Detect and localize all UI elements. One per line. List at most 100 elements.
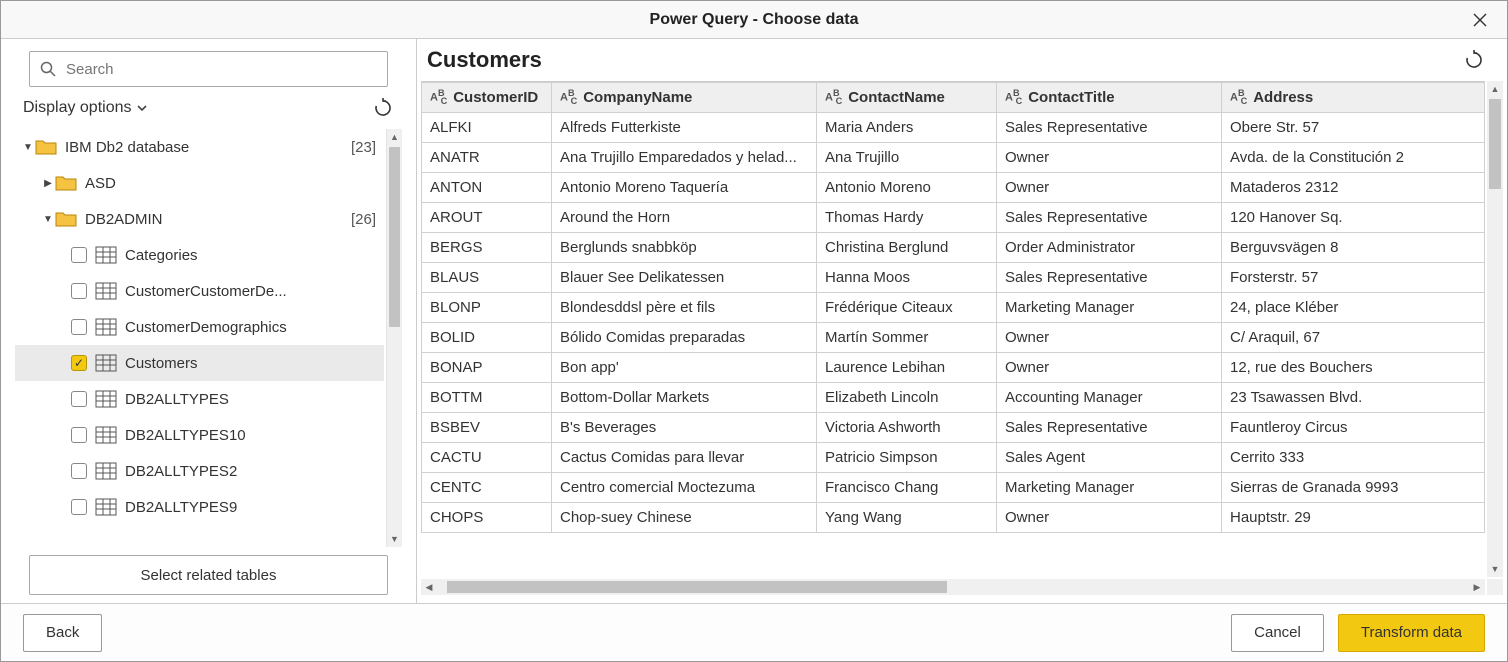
table-cell[interactable]: ANTON xyxy=(422,173,552,203)
checkbox[interactable] xyxy=(71,355,87,371)
tree-table-item[interactable]: DB2ALLTYPES9 xyxy=(15,489,384,525)
table-row[interactable]: BONAPBon app'Laurence LebihanOwner12, ru… xyxy=(422,353,1485,383)
table-cell[interactable]: Centro comercial Moctezuma xyxy=(552,473,817,503)
tree-table-item[interactable]: CustomerDemographics xyxy=(15,309,384,345)
table-cell[interactable]: Blauer See Delikatessen xyxy=(552,263,817,293)
back-button[interactable]: Back xyxy=(23,614,102,652)
table-cell[interactable]: BOTTM xyxy=(422,383,552,413)
table-cell[interactable]: Accounting Manager xyxy=(997,383,1222,413)
transform-data-button[interactable]: Transform data xyxy=(1338,614,1485,652)
table-row[interactable]: BLONPBlondesddsl père et filsFrédérique … xyxy=(422,293,1485,323)
checkbox[interactable] xyxy=(71,499,87,515)
refresh-preview-button[interactable] xyxy=(1463,49,1485,71)
table-cell[interactable]: Cactus Comidas para llevar xyxy=(552,443,817,473)
table-cell[interactable]: BONAP xyxy=(422,353,552,383)
tree-node-database[interactable]: ▼ IBM Db2 database [23] xyxy=(15,129,384,165)
scroll-down-icon[interactable]: ▼ xyxy=(1487,561,1503,577)
table-row[interactable]: BLAUSBlauer See DelikatessenHanna MoosSa… xyxy=(422,263,1485,293)
table-cell[interactable]: Frédérique Citeaux xyxy=(817,293,997,323)
table-cell[interactable]: Elizabeth Lincoln xyxy=(817,383,997,413)
table-cell[interactable]: 23 Tsawassen Blvd. xyxy=(1222,383,1485,413)
table-row[interactable]: ANATRAna Trujillo Emparedados y helad...… xyxy=(422,143,1485,173)
checkbox[interactable] xyxy=(71,463,87,479)
select-related-tables-button[interactable]: Select related tables xyxy=(29,555,388,595)
table-cell[interactable]: Sales Agent xyxy=(997,443,1222,473)
refresh-button[interactable] xyxy=(372,97,394,119)
table-cell[interactable]: Avda. de la Constitución 2 xyxy=(1222,143,1485,173)
table-cell[interactable]: Bólido Comidas preparadas xyxy=(552,323,817,353)
scroll-track[interactable] xyxy=(437,579,1469,595)
table-cell[interactable]: Mataderos 2312 xyxy=(1222,173,1485,203)
table-row[interactable]: BOLIDBólido Comidas preparadasMartín Som… xyxy=(422,323,1485,353)
table-cell[interactable]: Owner xyxy=(997,323,1222,353)
table-cell[interactable]: Sierras de Granada 9993 xyxy=(1222,473,1485,503)
table-row[interactable]: CENTCCentro comercial MoctezumaFrancisco… xyxy=(422,473,1485,503)
table-cell[interactable]: Ana Trujillo xyxy=(817,143,997,173)
table-row[interactable]: CACTUCactus Comidas para llevarPatricio … xyxy=(422,443,1485,473)
grid-vertical-scrollbar[interactable]: ▲ ▼ xyxy=(1487,81,1503,577)
column-header[interactable]: ABCAddress xyxy=(1222,83,1485,113)
table-cell[interactable]: Thomas Hardy xyxy=(817,203,997,233)
column-header[interactable]: ABCContactName xyxy=(817,83,997,113)
scroll-right-icon[interactable]: ▶ xyxy=(1469,582,1485,593)
table-cell[interactable]: Owner xyxy=(997,143,1222,173)
search-input[interactable] xyxy=(64,60,377,79)
tree-node-asd[interactable]: ▶ ASD xyxy=(15,165,384,201)
column-header[interactable]: ABCCustomerID xyxy=(422,83,552,113)
cancel-button[interactable]: Cancel xyxy=(1231,614,1324,652)
table-cell[interactable]: Around the Horn xyxy=(552,203,817,233)
table-cell[interactable]: ANATR xyxy=(422,143,552,173)
table-cell[interactable]: 120 Hanover Sq. xyxy=(1222,203,1485,233)
table-cell[interactable]: Patricio Simpson xyxy=(817,443,997,473)
scroll-thumb[interactable] xyxy=(1489,99,1501,189)
tree-table-item[interactable]: CustomerCustomerDe... xyxy=(15,273,384,309)
table-row[interactable]: BSBEVB's BeveragesVictoria AshworthSales… xyxy=(422,413,1485,443)
table-cell[interactable]: Owner xyxy=(997,353,1222,383)
table-cell[interactable]: Forsterstr. 57 xyxy=(1222,263,1485,293)
table-cell[interactable]: Hauptstr. 29 xyxy=(1222,503,1485,533)
table-cell[interactable]: CACTU xyxy=(422,443,552,473)
table-cell[interactable]: 12, rue des Bouchers xyxy=(1222,353,1485,383)
checkbox[interactable] xyxy=(71,319,87,335)
table-cell[interactable]: Antonio Moreno Taquería xyxy=(552,173,817,203)
table-cell[interactable]: ALFKI xyxy=(422,113,552,143)
table-cell[interactable]: Ana Trujillo Emparedados y helad... xyxy=(552,143,817,173)
table-cell[interactable]: 24, place Kléber xyxy=(1222,293,1485,323)
table-cell[interactable]: Berguvsvägen 8 xyxy=(1222,233,1485,263)
column-header[interactable]: ABCCompanyName xyxy=(552,83,817,113)
tree-node-db2admin[interactable]: ▼ DB2ADMIN [26] xyxy=(15,201,384,237)
table-cell[interactable]: Order Administrator xyxy=(997,233,1222,263)
scroll-up-icon[interactable]: ▲ xyxy=(387,129,402,145)
table-row[interactable]: BERGSBerglunds snabbköpChristina Berglun… xyxy=(422,233,1485,263)
table-cell[interactable]: AROUT xyxy=(422,203,552,233)
tree-table-item[interactable]: Customers xyxy=(15,345,384,381)
table-cell[interactable]: Sales Representative xyxy=(997,203,1222,233)
table-cell[interactable]: Laurence Lebihan xyxy=(817,353,997,383)
table-cell[interactable]: Owner xyxy=(997,503,1222,533)
table-cell[interactable]: B's Beverages xyxy=(552,413,817,443)
search-box[interactable] xyxy=(29,51,388,87)
table-cell[interactable]: Maria Anders xyxy=(817,113,997,143)
table-cell[interactable]: Christina Berglund xyxy=(817,233,997,263)
checkbox[interactable] xyxy=(71,247,87,263)
table-cell[interactable]: Berglunds snabbköp xyxy=(552,233,817,263)
table-cell[interactable]: BOLID xyxy=(422,323,552,353)
table-cell[interactable]: BLONP xyxy=(422,293,552,323)
table-cell[interactable]: Sales Representative xyxy=(997,413,1222,443)
table-cell[interactable]: Francisco Chang xyxy=(817,473,997,503)
tree-table-item[interactable]: Categories xyxy=(15,237,384,273)
scroll-left-icon[interactable]: ◀ xyxy=(421,582,437,593)
table-cell[interactable]: Victoria Ashworth xyxy=(817,413,997,443)
scroll-down-icon[interactable]: ▼ xyxy=(387,531,402,547)
table-cell[interactable]: Obere Str. 57 xyxy=(1222,113,1485,143)
column-header[interactable]: ABCContactTitle xyxy=(997,83,1222,113)
table-cell[interactable]: Alfreds Futterkiste xyxy=(552,113,817,143)
tree-table-item[interactable]: DB2ALLTYPES2 xyxy=(15,453,384,489)
table-cell[interactable]: Yang Wang xyxy=(817,503,997,533)
table-row[interactable]: ALFKIAlfreds FutterkisteMaria AndersSale… xyxy=(422,113,1485,143)
table-cell[interactable]: Antonio Moreno xyxy=(817,173,997,203)
table-cell[interactable]: CENTC xyxy=(422,473,552,503)
scroll-up-icon[interactable]: ▲ xyxy=(1487,81,1503,97)
table-cell[interactable]: Martín Sommer xyxy=(817,323,997,353)
object-tree[interactable]: ▼ IBM Db2 database [23] ▶ ASD xyxy=(15,129,384,547)
